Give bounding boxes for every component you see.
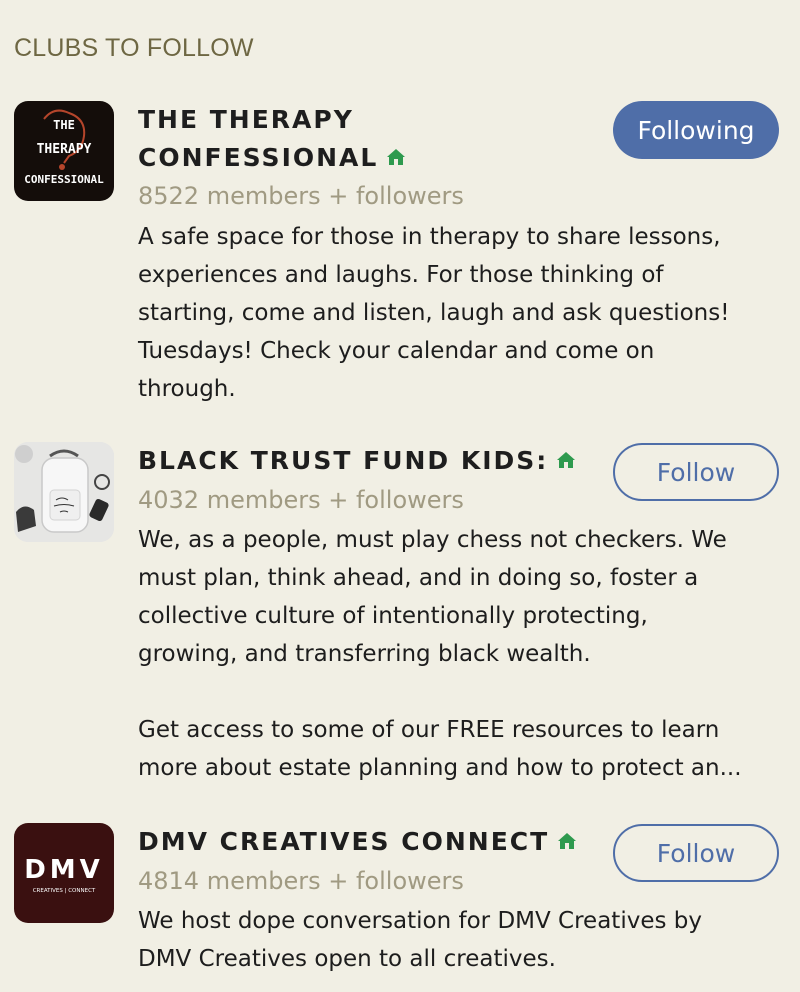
house-icon <box>557 824 577 862</box>
club-description: We, as a people, must play chess not che… <box>138 527 742 781</box>
follow-button[interactable]: Follow <box>613 443 779 501</box>
club-name[interactable]: DMV CREATIVES CONNECT <box>138 823 577 862</box>
club-name[interactable]: BLACK TRUST FUND KIDS: <box>138 442 576 481</box>
logo-text-dmv: DMV <box>24 855 104 885</box>
section-title: CLUBS TO FOLLOW <box>14 34 254 62</box>
club-avatar[interactable]: DMV CREATIVES | CONNECT <box>14 823 114 923</box>
club-avatar[interactable]: THE THERAPY CONFESSIONAL <box>14 101 114 201</box>
logo-text-confessional: CONFESSIONAL <box>24 173 104 186</box>
logo-text-the: THE <box>53 118 75 132</box>
follow-button[interactable]: Follow <box>613 824 779 882</box>
club-name-line1: THE THERAPY <box>138 105 354 134</box>
dmv-logo: DMV CREATIVES | CONNECT <box>24 855 104 894</box>
following-button[interactable]: Following <box>613 101 779 159</box>
member-count: 4032 members + followers <box>138 486 464 514</box>
backpack-photo-icon <box>14 442 114 542</box>
club-avatar[interactable] <box>14 442 114 542</box>
club-description: We host dope conversation for DMV Creati… <box>138 908 702 972</box>
logo-text-therapy: THERAPY <box>37 142 92 157</box>
therapy-confessional-logo: THE THERAPY CONFESSIONAL <box>24 109 104 186</box>
club-description: A safe space for those in therapy to sha… <box>138 224 730 402</box>
club-name[interactable]: THE THERAPY CONFESSIONAL <box>138 101 406 178</box>
club-name-text: DMV CREATIVES CONNECT <box>138 827 550 856</box>
house-icon <box>556 443 576 481</box>
logo-text-creatives-connect: CREATIVES | CONNECT <box>33 888 96 894</box>
club-name-line2: CONFESSIONAL <box>138 143 379 172</box>
house-icon <box>386 140 406 178</box>
club-name-text: BLACK TRUST FUND KIDS: <box>138 446 549 475</box>
member-count: 8522 members + followers <box>138 182 464 210</box>
member-count: 4814 members + followers <box>138 867 464 895</box>
